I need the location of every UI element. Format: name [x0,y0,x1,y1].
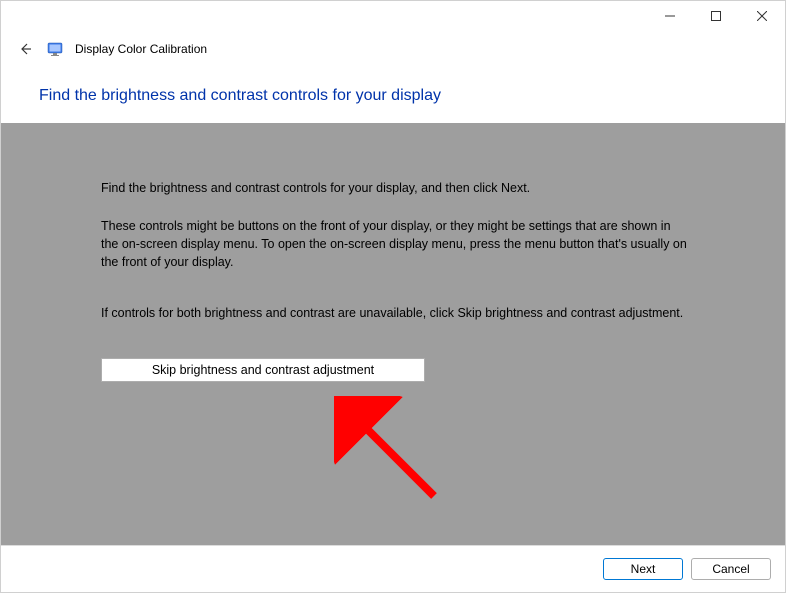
back-button[interactable] [15,39,35,59]
instruction-paragraph-2: These controls might be buttons on the f… [101,217,689,271]
cancel-button[interactable]: Cancel [691,558,771,580]
instruction-paragraph-3: If controls for both brightness and cont… [101,304,689,322]
maximize-button[interactable] [693,1,739,31]
skip-brightness-contrast-button[interactable]: Skip brightness and contrast adjustment [101,358,425,382]
header-bar: Display Color Calibration [1,31,785,63]
close-button[interactable] [739,1,785,31]
page-title: Find the brightness and contrast control… [1,63,785,123]
minimize-button[interactable] [647,1,693,31]
app-title: Display Color Calibration [75,42,207,56]
dialog-footer: Next Cancel [1,545,785,592]
instruction-paragraph-1: Find the brightness and contrast control… [101,179,689,197]
display-calibration-icon [47,41,63,57]
window-controls [647,1,785,31]
content-area: Find the brightness and contrast control… [1,123,785,547]
next-button[interactable]: Next [603,558,683,580]
window-titlebar [1,1,785,31]
